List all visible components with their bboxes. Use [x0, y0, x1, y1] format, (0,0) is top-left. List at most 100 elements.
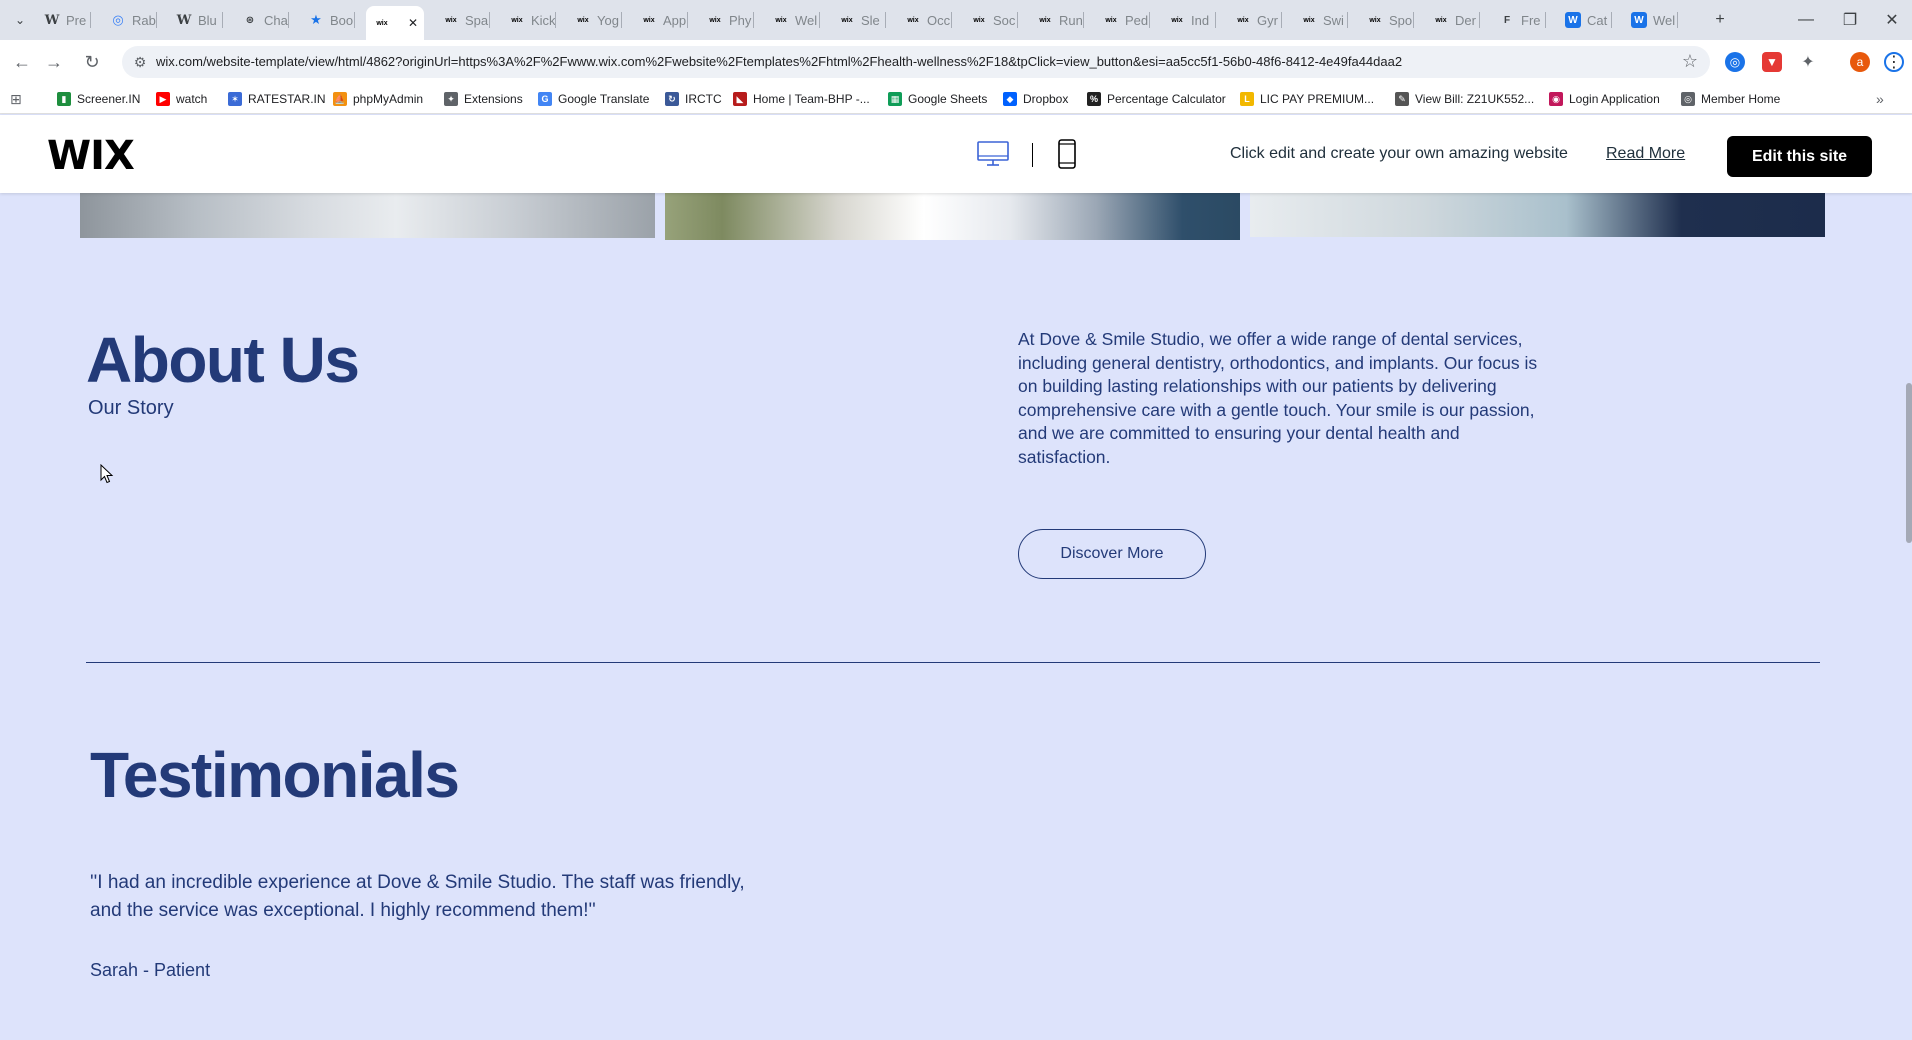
tab-separator: [222, 12, 223, 28]
globe-icon: ◎: [1681, 92, 1695, 106]
browser-tab[interactable]: wix Ped: [1095, 6, 1150, 34]
bookmarks-bar: ⊞ ▮ Screener.IN ▶ watch ✶ RATESTAR.IN ⛵ phpMyAd…: [0, 84, 1912, 114]
discover-more-button[interactable]: Discover More: [1018, 529, 1206, 579]
browser-tab[interactable]: ★ Boo: [300, 6, 355, 34]
bookmark-label: View Bill: Z21UK552...: [1415, 92, 1535, 106]
translate-icon: G: [538, 92, 552, 106]
browser-tab[interactable]: wix Wel: [765, 6, 820, 34]
tab-search-chevron-icon[interactable]: ⌄: [10, 10, 30, 30]
apps-grid-icon[interactable]: ⊞: [10, 90, 22, 108]
bookmark-label: Screener.IN: [77, 92, 141, 106]
bookmark-star-icon[interactable]: ☆: [1682, 51, 1698, 72]
tab-separator: [1281, 12, 1282, 28]
browser-tab[interactable]: wix Gyr: [1227, 6, 1282, 34]
bookmark-item[interactable]: ↻ IRCTC: [665, 90, 722, 108]
browser-tab[interactable]: wix Soc: [963, 6, 1018, 34]
browser-tab[interactable]: W Cat: [1557, 6, 1612, 34]
bookmark-item[interactable]: % Percentage Calculator: [1087, 90, 1226, 108]
browser-tab[interactable]: wix Kick: [501, 6, 556, 34]
bookmark-item[interactable]: ◎ Member Home: [1681, 90, 1780, 108]
browser-tab[interactable]: wix App: [633, 6, 688, 34]
extensions-puzzle-icon[interactable]: ✦: [1798, 52, 1818, 72]
tab-title: Ped: [1125, 12, 1149, 28]
tab-title: Wel: [1653, 12, 1676, 28]
browser-tab[interactable]: wix Run: [1029, 6, 1084, 34]
wix-logo[interactable]: WIX: [47, 133, 135, 179]
wix-icon: wix: [511, 16, 523, 24]
forward-button[interactable]: →: [40, 48, 68, 76]
bookmark-item[interactable]: ▦ Google Sheets: [888, 90, 987, 108]
bookmark-item[interactable]: ◆ Dropbox: [1003, 90, 1068, 108]
wikipedia-icon: W: [44, 12, 60, 28]
openai-icon: ⊛: [245, 14, 255, 26]
globe-icon: ◎: [112, 12, 124, 27]
tab-separator: [1545, 12, 1546, 28]
dropbox-icon: ◆: [1003, 92, 1017, 106]
browser-tab[interactable]: wix Occ: [897, 6, 952, 34]
new-tab-button[interactable]: +: [1700, 6, 1740, 34]
tab-separator: [753, 12, 754, 28]
framer-icon: F: [1503, 14, 1511, 26]
extension-shield-icon[interactable]: ▼: [1762, 52, 1782, 72]
url-text[interactable]: wix.com/website-template/view/html/4862?…: [156, 54, 1402, 69]
w-icon: W: [1631, 12, 1647, 28]
scrollbar-track[interactable]: [1905, 193, 1912, 1040]
browser-tab[interactable]: wix Spo: [1359, 6, 1414, 34]
browser-menu-icon[interactable]: ⋮: [1884, 52, 1904, 72]
browser-tab[interactable]: wix ✕: [366, 6, 424, 40]
browser-tab[interactable]: W Wel: [1623, 6, 1678, 34]
bookmark-item[interactable]: ⛵ phpMyAdmin: [333, 90, 423, 108]
browser-tab[interactable]: F Fre: [1491, 6, 1546, 34]
site-info-icon[interactable]: ⚙: [132, 54, 148, 70]
chart-icon: ▮: [57, 92, 71, 106]
bookmark-item[interactable]: ◉ Login Application: [1549, 90, 1660, 108]
about-subheading: Our Story: [88, 397, 174, 419]
browser-tab[interactable]: ◎ Rab: [102, 6, 157, 34]
browser-tab[interactable]: ⊛ Cha: [234, 6, 289, 34]
address-bar[interactable]: ⚙ wix.com/website-template/view/html/486…: [122, 46, 1710, 78]
about-heading: About Us: [86, 324, 360, 396]
browser-tab[interactable]: wix Yog: [567, 6, 622, 34]
read-more-link[interactable]: Read More: [1606, 145, 1685, 163]
bookmark-item[interactable]: ▮ Screener.IN: [57, 90, 140, 108]
phpmyadmin-icon: ⛵: [333, 92, 347, 106]
browser-tab[interactable]: wix Phy: [699, 6, 754, 34]
bookmark-item[interactable]: ✶ RATESTAR.IN: [228, 90, 326, 108]
bookmark-item[interactable]: ▶ watch: [156, 90, 207, 108]
browser-tab[interactable]: W Blu: [168, 6, 223, 34]
mobile-view-icon[interactable]: [1058, 139, 1076, 169]
tab-title: Cat: [1587, 12, 1608, 28]
close-tab-icon[interactable]: ✕: [408, 16, 418, 30]
scrollbar-thumb[interactable]: [1906, 383, 1912, 543]
browser-tab[interactable]: wix Swi: [1293, 6, 1348, 34]
bookmark-item[interactable]: ✦ Extensions: [444, 90, 523, 108]
bookmark-label: Google Translate: [558, 92, 650, 106]
edit-site-button[interactable]: Edit this site: [1727, 136, 1872, 177]
restore-button[interactable]: ❐: [1830, 6, 1870, 34]
desktop-view-icon[interactable]: [977, 141, 1009, 167]
tab-strip: ⌄ W Pre ◎ Rab W Blu ⊛ Cha ★ Boo wix ✕ wix Spa wix Kick w…: [0, 0, 1912, 40]
browser-tab[interactable]: wix Sle: [831, 6, 886, 34]
bookmark-label: Home | Team-BHP -...: [753, 92, 870, 106]
tab-separator: [621, 12, 622, 28]
bookmark-item[interactable]: G Google Translate: [538, 90, 649, 108]
tab-separator: [1479, 12, 1480, 28]
profile-avatar[interactable]: a: [1850, 52, 1870, 72]
bookmark-label: phpMyAdmin: [353, 92, 424, 106]
back-button[interactable]: ←: [8, 48, 36, 76]
minimize-button[interactable]: —: [1786, 6, 1826, 34]
browser-tab[interactable]: W Pre: [36, 6, 91, 34]
toolbar: ← → ↻ ⚙ wix.com/website-template/view/ht…: [0, 40, 1912, 84]
browser-tab[interactable]: wix Der: [1425, 6, 1480, 34]
bookmark-item[interactable]: ◣ Home | Team-BHP -...: [733, 90, 870, 108]
reload-button[interactable]: ↻: [78, 48, 106, 76]
close-window-button[interactable]: ✕: [1872, 6, 1912, 34]
bookmark-item[interactable]: ✎ View Bill: Z21UK552...: [1395, 90, 1534, 108]
browser-tab[interactable]: wix Ind: [1161, 6, 1216, 34]
extension-globe-icon[interactable]: ◎: [1725, 52, 1745, 72]
view-toggle-divider: [1032, 143, 1033, 167]
browser-tab[interactable]: wix Spa: [435, 6, 490, 34]
bookmark-item[interactable]: L LIC PAY PREMIUM...: [1240, 90, 1374, 108]
more-bookmarks-chevron-icon[interactable]: »: [1876, 90, 1884, 108]
tab-separator: [1083, 12, 1084, 28]
